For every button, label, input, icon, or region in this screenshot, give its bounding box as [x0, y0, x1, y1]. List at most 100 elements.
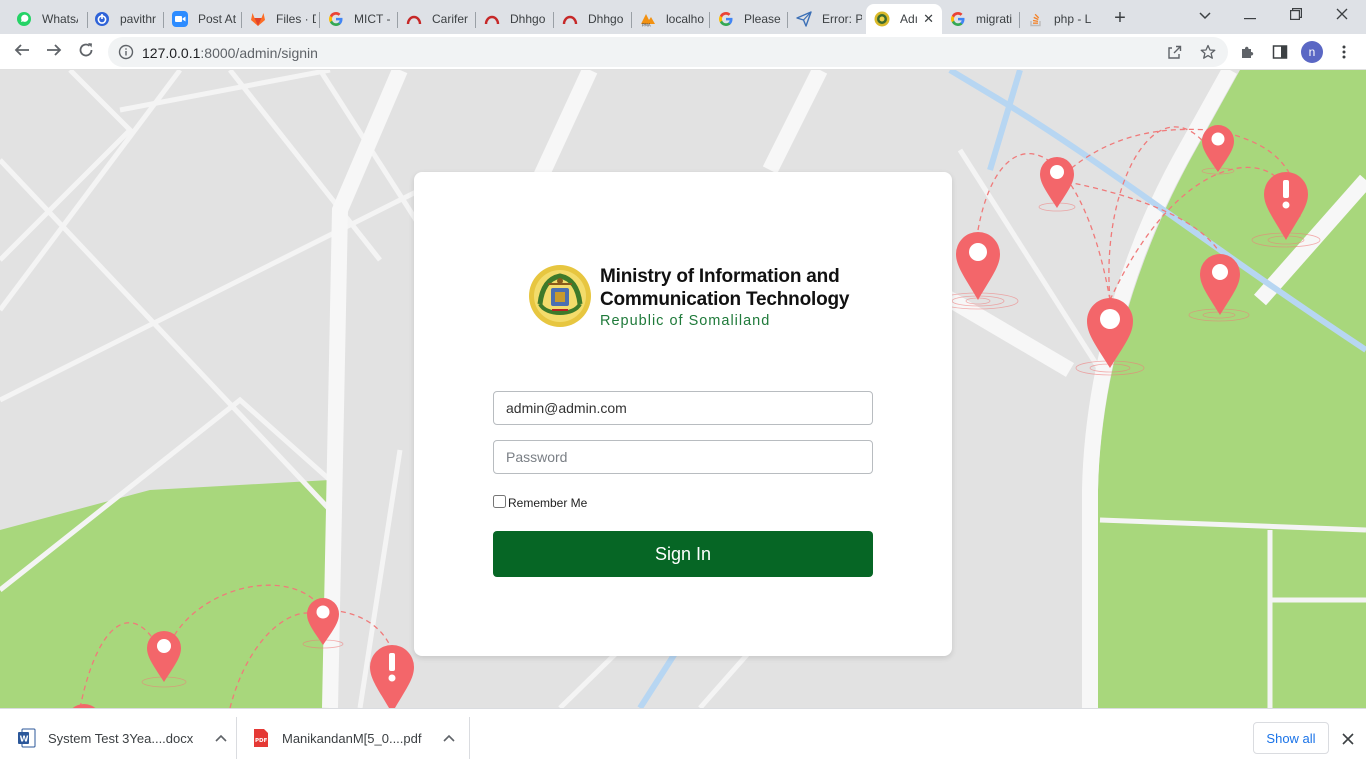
- page-viewport: Ministry of Information and Communicatio…: [0, 70, 1366, 708]
- share-icon[interactable]: [1166, 44, 1182, 65]
- arch-icon: [562, 11, 578, 27]
- tab-title: WhatsA: [42, 12, 78, 26]
- tab-strip: WhatsA pavithr Post At Files · D MICT -: [0, 0, 1366, 34]
- reload-button[interactable]: [72, 38, 100, 66]
- remember-me-checkbox[interactable]: [493, 495, 506, 508]
- tab-error[interactable]: Error: P: [788, 4, 866, 34]
- send-icon: [796, 11, 812, 27]
- tab-title: Post At: [198, 12, 237, 26]
- url-text[interactable]: 127.0.0.1:8000/admin/signin: [142, 45, 318, 61]
- tab-please[interactable]: Please: [710, 4, 788, 34]
- download-item-docx[interactable]: W System Test 3Yea....docx: [18, 709, 229, 767]
- sign-in-button[interactable]: Sign In: [493, 531, 873, 577]
- bookmark-star-icon[interactable]: [1200, 44, 1216, 65]
- tab-php[interactable]: php - L: [1020, 4, 1098, 34]
- map-pin-icon: [1200, 254, 1240, 315]
- svg-text:PDF: PDF: [255, 738, 268, 744]
- map-pin-icon: [1040, 157, 1074, 208]
- menu-kebab-icon[interactable]: [1334, 42, 1354, 62]
- google-icon: [328, 11, 344, 27]
- tab-post-at[interactable]: Post At: [164, 4, 242, 34]
- minimize-button[interactable]: [1232, 2, 1268, 30]
- tab-dhhgo-2[interactable]: Dhhgo: [554, 4, 632, 34]
- tab-title: migrati: [976, 12, 1013, 26]
- tab-title: pavithr: [120, 12, 156, 26]
- address-bar[interactable]: 127.0.0.1:8000/admin/signin: [108, 37, 1228, 67]
- close-shelf-icon[interactable]: [1338, 729, 1358, 749]
- download-shelf: W System Test 3Yea....docx PDF Manikanda…: [0, 708, 1366, 768]
- reload-icon: [78, 42, 94, 63]
- tab-localhost[interactable]: PMA localho: [632, 4, 710, 34]
- login-card: Ministry of Information and Communicatio…: [414, 172, 952, 656]
- email-field[interactable]: [493, 391, 873, 425]
- logo-line-1: Ministry of Information and: [600, 266, 840, 287]
- zoom-icon: [172, 11, 188, 27]
- tab-search-button[interactable]: [1187, 2, 1223, 30]
- remember-me-label: Remember Me: [508, 496, 588, 510]
- tab-title: Carifer: [432, 12, 469, 26]
- tab-whatsapp[interactable]: WhatsA: [8, 4, 88, 34]
- browser-toolbar: 127.0.0.1:8000/admin/signin: [0, 34, 1366, 70]
- chevron-down-icon: [1199, 7, 1211, 25]
- tab-mict[interactable]: MICT -: [320, 4, 398, 34]
- logo-line-2: Communication Technology: [600, 289, 850, 310]
- url-host: 127.0.0.1: [142, 45, 201, 61]
- download-filename: ManikandanM[5_0....pdf: [282, 730, 422, 746]
- side-panel-icon[interactable]: [1270, 42, 1290, 62]
- map-pin-icon: [307, 598, 339, 645]
- new-tab-button[interactable]: +: [1108, 6, 1132, 30]
- tab-title: Dhhgo: [510, 12, 546, 26]
- chevron-up-icon[interactable]: [441, 730, 457, 746]
- arch-icon: [484, 11, 500, 27]
- tab-title: php - L: [1054, 12, 1092, 26]
- profile-avatar[interactable]: n: [1301, 41, 1323, 63]
- info-icon[interactable]: [118, 44, 134, 65]
- svg-text:W: W: [20, 735, 29, 744]
- whatsapp-icon: [16, 11, 32, 27]
- forward-button[interactable]: [40, 38, 68, 66]
- tab-carifer[interactable]: Carifer: [398, 4, 476, 34]
- close-window-button[interactable]: [1324, 2, 1360, 30]
- tab-title: Please: [744, 12, 781, 26]
- seal-icon: [874, 11, 890, 27]
- url-path: :8000/admin/signin: [200, 45, 318, 61]
- phpmyadmin-icon: PMA: [640, 11, 656, 27]
- extensions-puzzle-icon[interactable]: [1238, 42, 1258, 62]
- somaliland-seal-icon: [529, 265, 591, 327]
- tab-title: localho: [666, 12, 705, 26]
- google-icon: [950, 11, 966, 27]
- password-field[interactable]: [493, 440, 873, 474]
- tab-title: Adı: [900, 12, 919, 26]
- ministry-logo: Ministry of Information and Communicatio…: [528, 262, 850, 332]
- tab-dhhgo-1[interactable]: Dhhgo: [476, 4, 554, 34]
- map-pin-icon: [1087, 298, 1133, 368]
- map-pin-icon: [1202, 125, 1234, 172]
- power-icon: [94, 11, 110, 27]
- download-filename: System Test 3Yea....docx: [48, 730, 194, 746]
- alert-pin-icon: [1264, 172, 1308, 240]
- restore-button[interactable]: [1278, 2, 1314, 30]
- stackoverflow-icon: [1028, 11, 1044, 27]
- back-button[interactable]: [8, 38, 36, 66]
- chevron-up-icon[interactable]: [213, 730, 229, 746]
- gitlab-icon: [250, 11, 266, 27]
- tab-title: Dhhgo: [588, 12, 624, 26]
- tab-title: Error: P: [822, 12, 862, 26]
- alert-pin-icon: [370, 645, 414, 708]
- remember-me: Remember Me: [493, 493, 587, 510]
- pdf-icon: PDF: [252, 728, 270, 748]
- download-item-pdf[interactable]: PDF ManikandanM[5_0....pdf: [252, 709, 457, 767]
- logo-line-3: Republic of Somaliland: [600, 313, 771, 329]
- tab-files[interactable]: Files · D: [242, 4, 320, 34]
- arch-icon: [406, 11, 422, 27]
- word-icon: W: [18, 728, 36, 748]
- show-all-downloads-button[interactable]: Show all: [1253, 722, 1329, 754]
- tab-admin-active[interactable]: Adı ✕: [866, 4, 942, 34]
- map-pin-icon: [956, 232, 1000, 300]
- restore-icon: [1290, 7, 1302, 25]
- tab-migrati[interactable]: migrati: [942, 4, 1020, 34]
- svg-text:PMA: PMA: [642, 23, 651, 28]
- tab-title: MICT -: [354, 12, 390, 26]
- close-tab-icon[interactable]: ✕: [923, 11, 934, 27]
- tab-pavithr[interactable]: pavithr: [86, 4, 164, 34]
